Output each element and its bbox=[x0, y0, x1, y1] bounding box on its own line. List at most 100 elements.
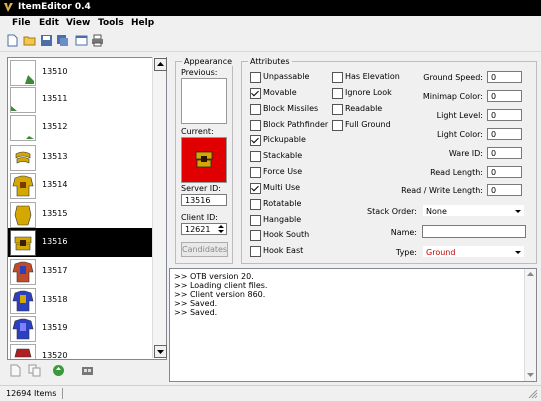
reload-item-icon[interactable] bbox=[52, 364, 65, 377]
title-bar: ItemEditor 0.4 bbox=[0, 0, 541, 16]
menu-view[interactable]: View bbox=[66, 18, 90, 28]
open-folder-icon[interactable] bbox=[23, 34, 36, 47]
list-item-selected[interactable]: 13516 bbox=[8, 228, 153, 257]
duplicate-item-icon[interactable] bbox=[28, 364, 41, 377]
ware-id-field[interactable]: 0 bbox=[487, 147, 522, 159]
name-field[interactable] bbox=[422, 225, 526, 238]
list-item[interactable]: 13520 bbox=[8, 342, 153, 360]
arrow-down-icon[interactable] bbox=[526, 370, 535, 379]
item-id: 13519 bbox=[42, 323, 68, 332]
item-id: 13517 bbox=[42, 266, 68, 275]
stack-order-select[interactable]: None bbox=[422, 204, 525, 217]
resize-grip-icon[interactable] bbox=[528, 389, 538, 399]
item-id: 13510 bbox=[42, 67, 68, 76]
list-item[interactable]: 13512 bbox=[8, 113, 153, 142]
unpassable-checkbox[interactable] bbox=[250, 72, 261, 83]
find-item-icon[interactable] bbox=[81, 364, 94, 377]
force-use-checkbox[interactable] bbox=[250, 167, 261, 178]
server-id-field[interactable]: 13516 bbox=[181, 194, 227, 206]
read-length-label: Read Length: bbox=[430, 168, 483, 177]
save-icon[interactable] bbox=[40, 34, 53, 47]
preferences-icon[interactable] bbox=[75, 34, 88, 47]
new-item-icon[interactable] bbox=[9, 364, 22, 377]
item-thumbnail bbox=[10, 87, 36, 113]
multi-use-checkbox[interactable] bbox=[250, 183, 261, 194]
previous-label: Previous: bbox=[181, 68, 218, 77]
item-thumbnail bbox=[10, 115, 36, 141]
item-sprite-icon bbox=[11, 106, 17, 111]
hook-south-checkbox[interactable] bbox=[250, 230, 261, 241]
arrow-up-icon[interactable] bbox=[526, 270, 535, 279]
light-color-field[interactable]: 0 bbox=[487, 128, 522, 140]
item-sprite-icon bbox=[15, 151, 31, 164]
print-icon[interactable] bbox=[91, 34, 104, 47]
item-sprite-icon bbox=[12, 290, 34, 312]
list-item[interactable]: 13518 bbox=[8, 286, 153, 315]
rotatable-checkbox[interactable] bbox=[250, 199, 261, 210]
full-ground-checkbox[interactable] bbox=[332, 120, 343, 131]
light-color-label: Light Color: bbox=[437, 130, 483, 139]
ground-speed-field[interactable]: 0 bbox=[487, 71, 522, 83]
name-label: Name: bbox=[390, 228, 417, 237]
minimap-color-field[interactable]: 0 bbox=[487, 90, 522, 102]
block-missiles-checkbox[interactable] bbox=[250, 104, 261, 115]
list-item[interactable]: 13515 bbox=[8, 200, 153, 229]
menu-file[interactable]: File bbox=[12, 18, 30, 28]
list-item[interactable]: 13514 bbox=[8, 171, 153, 200]
list-item[interactable]: 13510 bbox=[8, 58, 153, 87]
arrow-up-icon bbox=[157, 62, 164, 66]
hook-east-checkbox[interactable] bbox=[250, 246, 261, 257]
save-as-icon[interactable] bbox=[56, 34, 69, 47]
hangable-checkbox[interactable] bbox=[250, 215, 261, 226]
item-list[interactable]: 13510 13511 13512 13513 13514 13515 1351… bbox=[7, 57, 167, 360]
item-sprite-icon bbox=[14, 236, 32, 251]
block-pathfinder-label: Block Pathfinder bbox=[263, 120, 329, 129]
ware-id-label: Ware ID: bbox=[448, 149, 483, 158]
output-log[interactable]: >> OTB version 20. >> Loading client fil… bbox=[169, 268, 537, 382]
hangable-label: Hangable bbox=[263, 215, 302, 224]
list-item[interactable]: 13517 bbox=[8, 257, 153, 286]
server-id-label: Server ID: bbox=[181, 184, 221, 193]
item-thumbnail bbox=[10, 288, 36, 314]
log-scrollbar[interactable] bbox=[524, 269, 536, 381]
list-item[interactable]: 13513 bbox=[8, 143, 153, 172]
movable-checkbox[interactable] bbox=[250, 88, 261, 99]
read-write-length-label: Read / Write Length: bbox=[401, 186, 483, 195]
pickupable-checkbox[interactable] bbox=[250, 135, 261, 146]
hook-south-label: Hook South bbox=[263, 230, 310, 239]
item-sprite-icon bbox=[25, 75, 34, 84]
menu-help[interactable]: Help bbox=[131, 18, 154, 28]
type-select[interactable]: Ground bbox=[422, 245, 525, 258]
menu-tools[interactable]: Tools bbox=[98, 18, 124, 28]
block-pathfinder-checkbox[interactable] bbox=[250, 120, 261, 131]
unpassable-label: Unpassable bbox=[263, 72, 310, 81]
readable-checkbox[interactable] bbox=[332, 104, 343, 115]
readable-label: Readable bbox=[345, 104, 383, 113]
stepper-arrows-icon[interactable] bbox=[217, 224, 225, 234]
client-id-value: 12621 bbox=[185, 225, 211, 234]
item-list-scrollbar[interactable] bbox=[152, 57, 167, 358]
chevron-down-icon bbox=[515, 210, 521, 213]
item-id: 13520 bbox=[42, 351, 68, 360]
new-file-icon[interactable] bbox=[6, 34, 19, 47]
list-item[interactable]: 13519 bbox=[8, 314, 153, 343]
client-id-stepper[interactable]: 12621 bbox=[181, 223, 227, 235]
list-item[interactable]: 13511 bbox=[8, 85, 153, 114]
light-level-field[interactable]: 0 bbox=[487, 109, 522, 121]
current-label: Current: bbox=[181, 127, 214, 136]
menu-edit[interactable]: Edit bbox=[39, 18, 59, 28]
type-label: Type: bbox=[395, 248, 417, 257]
has-elevation-label: Has Elevation bbox=[345, 72, 400, 81]
status-divider bbox=[62, 388, 63, 399]
item-thumbnail bbox=[10, 230, 36, 256]
ignore-look-checkbox[interactable] bbox=[332, 88, 343, 99]
status-bar: 12694 Items bbox=[0, 385, 541, 401]
item-id: 13515 bbox=[42, 209, 68, 218]
stackable-checkbox[interactable] bbox=[250, 151, 261, 162]
candidates-button[interactable]: Candidates bbox=[181, 242, 228, 257]
scroll-down-button[interactable] bbox=[154, 345, 167, 358]
scroll-up-button[interactable] bbox=[154, 58, 167, 71]
read-write-length-field[interactable]: 0 bbox=[487, 184, 522, 196]
read-length-field[interactable]: 0 bbox=[487, 166, 522, 178]
has-elevation-checkbox[interactable] bbox=[332, 72, 343, 83]
